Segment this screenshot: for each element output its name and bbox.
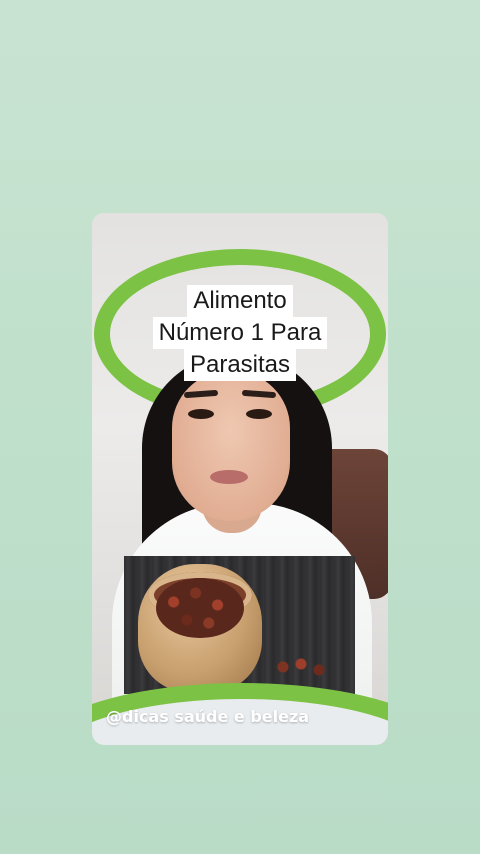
- story-viewer: Alimento Número 1 Para Parasitas @dicas …: [0, 0, 480, 854]
- clove-pile: [156, 578, 244, 638]
- lips: [210, 470, 248, 484]
- caption-title: Alimento Número 1 Para Parasitas: [138, 285, 342, 381]
- scattered-cloves: [274, 652, 334, 682]
- left-eye: [188, 409, 214, 419]
- caption-line-2: Número 1 Para: [152, 317, 328, 349]
- caption-line-1: Alimento: [187, 285, 293, 317]
- right-eye: [246, 409, 272, 419]
- video-story-card[interactable]: Alimento Número 1 Para Parasitas @dicas …: [92, 213, 388, 745]
- account-handle[interactable]: @dicas saúde e beleza: [106, 707, 309, 726]
- clove-bowl-image: [124, 556, 355, 694]
- caption-line-3: Parasitas: [183, 349, 297, 381]
